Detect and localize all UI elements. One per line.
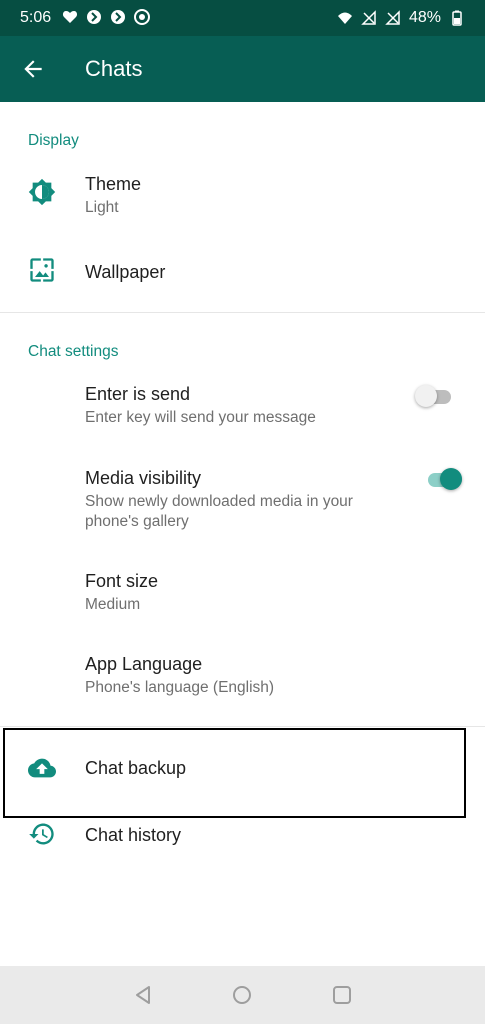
- media-visibility-toggle[interactable]: [424, 467, 464, 491]
- back-triangle-icon[interactable]: [132, 984, 154, 1006]
- arrow-back-icon[interactable]: [20, 56, 46, 82]
- wallpaper-title: Wallpaper: [85, 262, 166, 282]
- enter-is-send-title: Enter is send: [85, 384, 191, 404]
- divider: [0, 312, 485, 313]
- app-icon: [111, 10, 125, 24]
- status-bar: 5:06 48%: [0, 0, 485, 36]
- app-language-subtitle: Phone's language (English): [85, 679, 275, 696]
- wifi-icon: [337, 12, 352, 24]
- enter-is-send-toggle[interactable]: [413, 384, 453, 408]
- system-nav-bar: [0, 966, 485, 1024]
- settings-item-enter-is-send[interactable]: Enter is send Enter key will send your m…: [0, 372, 485, 436]
- app-language-title: App Language: [85, 654, 203, 674]
- page-title: Chats: [85, 56, 143, 81]
- settings-item-wallpaper[interactable]: Wallpaper: [0, 240, 485, 304]
- section-header-display: Display: [28, 132, 79, 149]
- chrome-icon: [134, 9, 150, 25]
- settings-item-chat-history[interactable]: Chat history: [0, 808, 485, 864]
- theme-title: Theme: [85, 174, 142, 194]
- settings-item-theme[interactable]: Theme Light: [0, 160, 485, 232]
- heart-monitor-icon: [62, 11, 78, 23]
- wallpaper-icon: [30, 258, 54, 282]
- selection-highlight-box: [3, 728, 466, 818]
- media-visibility-subtitle-line2: phone's gallery: [85, 513, 189, 530]
- theme-subtitle: Light: [85, 199, 119, 216]
- settings-item-media-visibility[interactable]: Media visibility Show newly downloaded m…: [0, 456, 485, 540]
- recents-square-icon[interactable]: [331, 984, 353, 1006]
- media-visibility-subtitle-line1: Show newly downloaded media in your: [85, 493, 353, 510]
- history-icon: [29, 823, 54, 845]
- status-time: 5:06: [20, 9, 52, 26]
- no-signal-icon: [385, 10, 400, 25]
- status-right-icons: 48%: [337, 9, 465, 27]
- settings-item-app-language[interactable]: App Language Phone's language (English): [0, 644, 485, 708]
- settings-item-font-size[interactable]: Font size Medium: [0, 560, 485, 624]
- media-visibility-title: Media visibility: [85, 468, 202, 488]
- app-bar: Chats: [0, 36, 485, 102]
- enter-is-send-subtitle: Enter key will send your message: [85, 409, 316, 426]
- divider: [0, 726, 485, 727]
- brightness-icon: [28, 178, 56, 206]
- chat-history-title: Chat history: [85, 825, 182, 845]
- font-size-title: Font size: [85, 571, 159, 591]
- no-signal-icon: [361, 10, 376, 25]
- battery-icon: [452, 10, 462, 26]
- section-header-chat-settings: Chat settings: [28, 343, 119, 360]
- battery-percent: 48%: [408, 9, 441, 26]
- home-circle-icon[interactable]: [231, 984, 253, 1006]
- status-left-icons: [62, 9, 150, 25]
- app-icon: [87, 10, 101, 24]
- font-size-subtitle: Medium: [85, 596, 141, 613]
